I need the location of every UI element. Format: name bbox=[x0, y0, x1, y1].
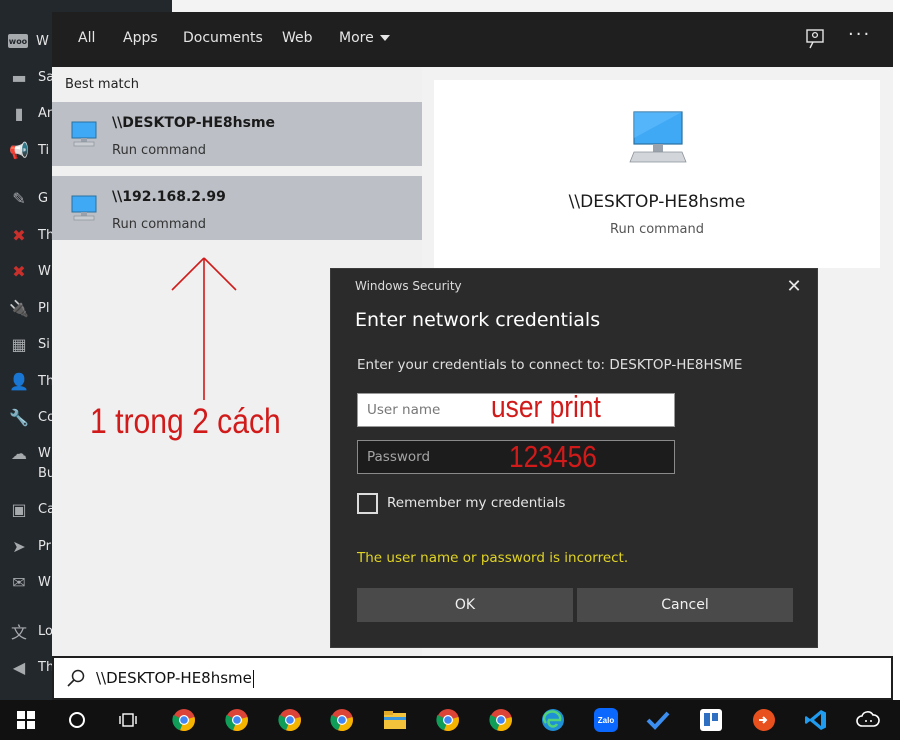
preview-subtitle: Run command bbox=[610, 222, 704, 237]
zalo-icon[interactable]: Zalo bbox=[586, 700, 626, 740]
zalo-label: Zalo bbox=[598, 716, 615, 725]
tab-documents[interactable]: Documents bbox=[183, 30, 263, 46]
chrome-icon[interactable] bbox=[217, 700, 257, 740]
result-title: \\DESKTOP-HE8hsme bbox=[112, 115, 276, 131]
wp-menu-label: W bbox=[38, 263, 51, 279]
result-title: \\192.168.2.99 bbox=[112, 189, 226, 205]
file-explorer-icon[interactable] bbox=[375, 700, 415, 740]
search-icon bbox=[67, 669, 85, 687]
close-button[interactable]: ✕ bbox=[779, 273, 809, 299]
background-window-edge bbox=[52, 0, 172, 12]
text-caret bbox=[252, 669, 254, 688]
wp-menu-label: G bbox=[38, 190, 49, 206]
result-subtitle: Run command bbox=[112, 217, 206, 232]
chrome-icon[interactable] bbox=[428, 700, 468, 740]
mail-icon: ✉ bbox=[12, 572, 26, 592]
tab-web[interactable]: Web bbox=[282, 30, 313, 46]
chrome-icon[interactable] bbox=[164, 700, 204, 740]
tab-more-label: More bbox=[339, 30, 374, 46]
play-icon: ◀ bbox=[12, 657, 26, 677]
cancel-button-label: Cancel bbox=[661, 597, 709, 613]
annotation-arrow bbox=[171, 257, 237, 400]
password-annotation: 123456 bbox=[509, 439, 597, 474]
annotation-text: 1 trong 2 cách bbox=[90, 402, 281, 441]
users-icon: 👤 bbox=[9, 371, 29, 391]
sales-icon: ▬ bbox=[11, 67, 27, 87]
search-query: \\DESKTOP-HE8hsme bbox=[96, 669, 252, 687]
search-filter-bar: All Apps Documents Web More ··· bbox=[52, 12, 893, 67]
best-match-heading: Best match bbox=[65, 77, 140, 92]
marketing-icon: 📢 bbox=[9, 140, 29, 160]
username-placeholder: User name bbox=[367, 402, 441, 418]
search-box[interactable]: \\DESKTOP-HE8hsme bbox=[52, 656, 893, 700]
dialog-prompt: Enter your credentials to connect to: DE… bbox=[357, 357, 743, 373]
plugin-x-icon: ✖ bbox=[12, 261, 26, 281]
chrome-icon[interactable] bbox=[322, 700, 362, 740]
plugin-x-icon: ✖ bbox=[12, 225, 26, 245]
chrome-icon[interactable] bbox=[481, 700, 521, 740]
tab-apps[interactable]: Apps bbox=[123, 30, 158, 46]
chrome-icon[interactable] bbox=[270, 700, 310, 740]
tab-more[interactable]: More bbox=[339, 30, 390, 46]
wp-menu-label: W bbox=[38, 445, 51, 461]
background-window-edge bbox=[893, 0, 900, 700]
computer-icon bbox=[71, 195, 97, 221]
password-placeholder: Password bbox=[367, 449, 431, 465]
username-annotation: user print bbox=[491, 389, 601, 424]
tools-icon: ✎ bbox=[12, 188, 26, 208]
cortana-icon[interactable] bbox=[57, 700, 97, 740]
cloud-app-icon[interactable] bbox=[848, 700, 888, 740]
result-item[interactable]: \\192.168.2.99 Run command bbox=[52, 176, 422, 240]
ok-button[interactable]: OK bbox=[357, 588, 573, 622]
result-subtitle: Run command bbox=[112, 143, 206, 158]
chevron-down-icon bbox=[379, 35, 390, 41]
task-view-icon[interactable] bbox=[108, 700, 148, 740]
edge-icon[interactable] bbox=[533, 700, 573, 740]
remote-desktop-icon[interactable] bbox=[744, 700, 784, 740]
computer-icon bbox=[71, 121, 97, 147]
wp-menu-label: Pl bbox=[38, 300, 50, 316]
ok-button-label: OK bbox=[454, 597, 476, 613]
computer-icon bbox=[629, 111, 687, 163]
site-icon: ▦ bbox=[11, 334, 27, 354]
close-icon: ✕ bbox=[786, 275, 802, 297]
error-message: The user name or password is incorrect. bbox=[357, 550, 629, 566]
wp-menu-label: W bbox=[38, 574, 51, 590]
wp-menu-label: Si bbox=[38, 336, 50, 352]
tab-all[interactable]: All bbox=[78, 30, 95, 46]
vscode-icon[interactable] bbox=[796, 700, 836, 740]
dialog-caption: Windows Security bbox=[355, 279, 462, 293]
plugins-icon: 🔌 bbox=[9, 298, 29, 318]
feedback-icon[interactable] bbox=[804, 28, 826, 50]
remember-checkbox[interactable] bbox=[357, 493, 378, 514]
translate-icon: 文 bbox=[10, 623, 27, 642]
calc-icon: ▣ bbox=[11, 499, 27, 519]
remember-label: Remember my credentials bbox=[387, 495, 566, 511]
blank-icon bbox=[8, 463, 30, 483]
more-options-icon[interactable]: ··· bbox=[848, 24, 871, 45]
settings-icon: 🔧 bbox=[9, 407, 29, 427]
preview-card: \\DESKTOP-HE8hsme Run command bbox=[434, 80, 880, 268]
wp-menu-label: Ti bbox=[38, 142, 50, 158]
trello-icon[interactable] bbox=[691, 700, 731, 740]
arrow-circle-icon: ➤ bbox=[12, 536, 26, 556]
wp-menu-label: Pr bbox=[38, 538, 51, 554]
wp-menu-label: W bbox=[36, 33, 49, 49]
cancel-button[interactable]: Cancel bbox=[577, 588, 793, 622]
todo-icon[interactable] bbox=[638, 700, 678, 740]
woo-icon: woo bbox=[8, 34, 28, 48]
preview-title: \\DESKTOP-HE8hsme bbox=[568, 192, 746, 212]
wp-admin-sidebar: woo W ▬ Sa ▮ An 📢 Ti ✎ G ✖ Th ✖ W 🔌 Pl ▦… bbox=[0, 0, 55, 700]
search-input[interactable]: \\DESKTOP-HE8hsme bbox=[96, 669, 254, 688]
windows-start-icon[interactable] bbox=[6, 700, 46, 740]
taskbar: Zalo bbox=[0, 700, 900, 740]
credentials-dialog: Windows Security ✕ Enter network credent… bbox=[330, 268, 818, 648]
wp-menu-label: Lo bbox=[38, 623, 53, 639]
result-item[interactable]: \\DESKTOP-HE8hsme Run command bbox=[52, 102, 422, 166]
dialog-title: Enter network credentials bbox=[355, 309, 601, 331]
analytics-icon: ▮ bbox=[14, 103, 24, 123]
